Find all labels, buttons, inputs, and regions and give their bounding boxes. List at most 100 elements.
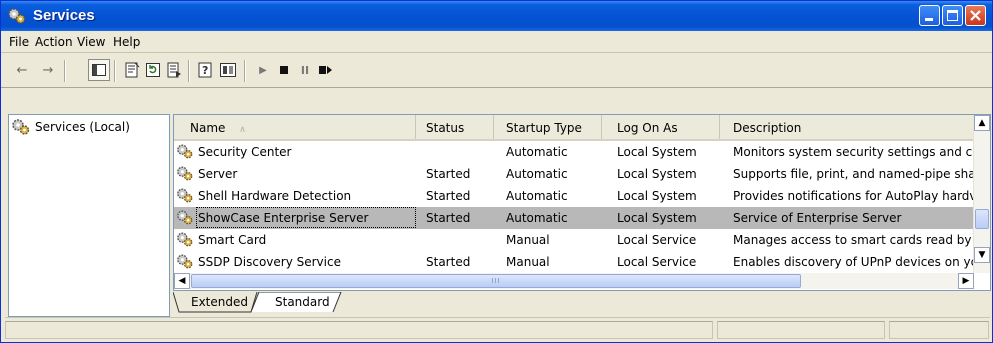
stop-service-icon[interactable] — [275, 61, 293, 79]
pause-service-icon[interactable]: II — [296, 61, 314, 79]
gears-icon — [177, 210, 193, 225]
cell-description: Supports file, print, and named-pipe sha — [733, 167, 974, 181]
maximize-button[interactable] — [942, 5, 963, 26]
toolbar-separator — [64, 60, 66, 82]
help-icon[interactable]: ? — [197, 61, 215, 79]
services-list[interactable]: Name ∧ Status Startup Type Log On As Des… — [173, 114, 991, 291]
column-header-name[interactable]: Name ∧ — [174, 115, 416, 139]
horizontal-scrollbar[interactable]: ◀ III ▶ — [174, 273, 974, 289]
properties-icon[interactable] — [123, 61, 141, 79]
table-row[interactable]: Server Started Automatic Local System Suppor… — [174, 163, 974, 185]
table-row[interactable]: SSDP Discovery Service Started Manual Local… — [174, 251, 974, 273]
title-bar[interactable]: Services — [1, 1, 992, 31]
services-window: Services File Action View Help ← → ? ▶ I… — [0, 0, 993, 343]
horizontal-scroll-thumb[interactable]: III — [191, 274, 801, 288]
restart-service-icon[interactable] — [317, 61, 335, 79]
view-tabs: Extended Standard — [173, 292, 989, 314]
vertical-scroll-thumb[interactable] — [975, 209, 989, 229]
table-row[interactable]: ShowCase Enterprise Server Started Automat… — [174, 207, 974, 229]
cell-status: Started — [426, 189, 471, 203]
scroll-up-button[interactable]: ▲ — [974, 115, 990, 131]
tree-item-services-local[interactable]: Services (Local) — [11, 118, 130, 136]
column-header-description[interactable]: Description — [720, 115, 974, 139]
gears-icon — [177, 166, 193, 181]
cell-description: Enables discovery of UPnP devices on yc — [733, 255, 974, 269]
cell-name: SSDP Discovery Service — [198, 255, 341, 269]
window-title: Services — [33, 7, 95, 24]
cell-name: Server — [198, 167, 238, 181]
toolbar-separator — [188, 60, 190, 82]
scroll-left-button[interactable]: ◀ — [174, 273, 190, 289]
status-pane-3 — [889, 321, 989, 339]
gears-icon — [177, 232, 193, 247]
view-icon[interactable] — [219, 61, 237, 79]
refresh-icon[interactable] — [144, 61, 162, 79]
menu-action[interactable]: Action — [35, 35, 73, 49]
column-header-status[interactable]: Status — [416, 115, 494, 139]
toolbar-separator — [244, 60, 246, 82]
minimize-button[interactable] — [919, 5, 940, 26]
cell-startup-type: Manual — [506, 233, 550, 247]
tab-extended[interactable]: Extended — [183, 292, 256, 312]
cell-name: Shell Hardware Detection — [198, 189, 352, 203]
gears-icon — [177, 254, 193, 269]
chevron-right-icon: ▶ — [962, 276, 970, 286]
minimize-icon — [925, 18, 933, 21]
cell-log-on-as: Local System — [617, 189, 697, 203]
chevron-left-icon: ◀ — [178, 276, 186, 286]
cell-status — [426, 141, 494, 163]
menu-bar: File Action View Help — [1, 32, 992, 53]
status-pane-2 — [717, 321, 885, 339]
back-arrow-icon[interactable]: ← — [13, 61, 31, 79]
cell-log-on-as: Local Service — [617, 233, 697, 247]
scroll-right-button[interactable]: ▶ — [958, 273, 974, 289]
start-service-icon[interactable]: ▶ — [254, 61, 272, 79]
menu-file[interactable]: File — [9, 35, 29, 49]
maximize-icon — [947, 10, 958, 21]
cell-description: Provides notifications for AutoPlay hard… — [733, 189, 974, 203]
cell-status: Started — [426, 255, 471, 269]
tab-standard[interactable]: Standard — [267, 292, 338, 312]
export-list-icon[interactable] — [165, 61, 183, 79]
gears-icon — [177, 144, 193, 159]
cell-startup-type: Manual — [506, 255, 550, 269]
column-header-label: Name — [190, 121, 226, 135]
gears-icon — [12, 119, 30, 135]
list-header: Name ∧ Status Startup Type Log On As Des… — [174, 115, 990, 141]
cell-log-on-as: Local System — [617, 211, 697, 225]
cell-log-on-as: Local System — [617, 167, 697, 181]
show-hide-console-tree-icon[interactable] — [88, 59, 110, 81]
tree-item-label: Services (Local) — [35, 120, 130, 134]
cell-log-on-as: Local Service — [617, 255, 697, 269]
cell-status: Started — [426, 167, 471, 181]
selection-focus-rect — [196, 207, 416, 228]
status-pane-main — [5, 321, 713, 339]
column-header-log-on-as[interactable]: Log On As — [602, 115, 720, 139]
gears-icon — [8, 8, 26, 24]
toolbar: ← → ? ▶ II — [1, 53, 992, 88]
menu-view[interactable]: View — [77, 35, 105, 49]
close-icon — [970, 10, 981, 21]
cell-name: Security Center — [198, 145, 292, 159]
cell-startup-type: Automatic — [506, 145, 568, 159]
cell-startup-type: Automatic — [506, 189, 568, 203]
close-button[interactable] — [965, 5, 986, 26]
menu-help[interactable]: Help — [113, 35, 140, 49]
status-bar — [5, 317, 990, 342]
scroll-down-button[interactable]: ▼ — [974, 247, 990, 263]
sort-arrow-icon: ∧ — [239, 125, 246, 135]
column-header-startup-type[interactable]: Startup Type — [494, 115, 602, 139]
forward-arrow-icon[interactable]: → — [39, 61, 57, 79]
chevron-up-icon: ▲ — [978, 118, 986, 128]
toolbar-separator — [114, 60, 116, 82]
table-row[interactable]: Smart Card Manual Local Service Manages acc… — [174, 229, 974, 251]
cell-description: Monitors system security settings and cc — [733, 145, 974, 159]
table-row[interactable]: Security Center Automatic Local System Moni… — [174, 141, 974, 163]
cell-description: Service of Enterprise Server — [733, 211, 902, 225]
table-row[interactable]: Shell Hardware Detection Started Automatic… — [174, 185, 974, 207]
cell-description: Manages access to smart cards read by — [733, 233, 972, 247]
cell-startup-type: Automatic — [506, 167, 568, 181]
console-tree[interactable]: Services (Local) — [8, 114, 170, 317]
chevron-down-icon: ▼ — [978, 250, 986, 260]
vertical-scrollbar[interactable]: ▲ ▼ — [973, 115, 990, 273]
